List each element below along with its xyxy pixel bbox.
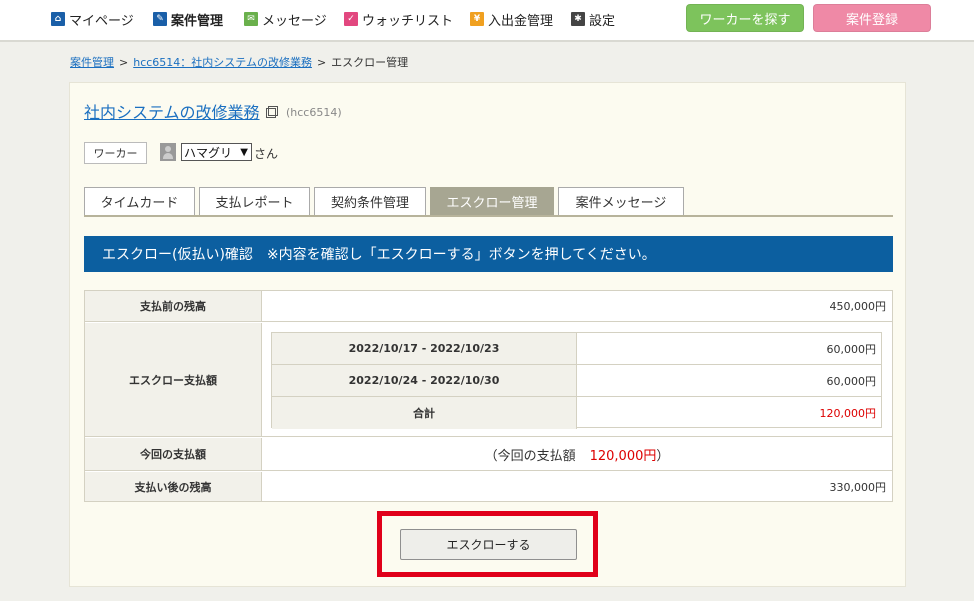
this-payment-amount: 120,000円 [589, 448, 657, 464]
breadcrumb: 案件管理 > hcc6514：社内システムの改修業務 > エスクロー管理 [70, 54, 408, 70]
nav-watchlist[interactable]: ✓ ウォッチリスト [344, 10, 454, 29]
tab-job-messages[interactable]: 案件メッセージ [558, 187, 684, 215]
balance-after-label: 支払い後の残高 [85, 472, 262, 501]
this-payment-text: （今回の支払額 [484, 448, 576, 464]
worker-label: ワーカー [84, 142, 147, 164]
worker-suffix: さん [254, 147, 279, 161]
table-row: 合計 120,000円 [272, 397, 881, 429]
tab-bar: タイムカード 支払レポート 契約条件管理 エスクロー管理 案件メッセージ [84, 187, 893, 217]
balance-before-label: 支払前の残高 [85, 291, 262, 321]
table-row: 2022/10/24 - 2022/10/30 60,000円 [272, 365, 881, 397]
table-row: 2022/10/17 - 2022/10/23 60,000円 [272, 333, 881, 365]
worker-select-value: ハマグリ [184, 145, 233, 160]
tab-contract[interactable]: 契約条件管理 [314, 187, 426, 215]
total-label: 合計 [272, 397, 577, 429]
job-title[interactable]: 社内システムの改修業務 [84, 99, 260, 123]
nav-job-management[interactable]: ✎ 案件管理 [153, 10, 224, 29]
confirmation-banner: エスクロー(仮払い)確認 ※内容を確認し「エスクローする」ボタンを押してください… [84, 236, 893, 272]
nav-settings[interactable]: ✱ 設定 [571, 10, 616, 29]
nav-payments[interactable]: ¥ 入出金管理 [470, 10, 554, 29]
avatar [160, 143, 176, 161]
this-payment-close: ） [656, 448, 670, 464]
mail-icon: ✉ [244, 12, 258, 26]
job-code: (hcc6514) [286, 106, 342, 119]
nav-mypage[interactable]: ⌂ マイページ [51, 10, 134, 29]
breadcrumb-job-management[interactable]: 案件管理 [70, 54, 114, 70]
balance-before-value: 450,000円 [829, 300, 887, 313]
nav-payments-label: 入出金管理 [488, 13, 554, 29]
balance-after-value: 330,000円 [829, 480, 887, 494]
check-icon: ✓ [344, 12, 358, 26]
period-amount: 60,000円 [826, 374, 877, 388]
period-amount: 60,000円 [826, 342, 877, 356]
tab-timecard[interactable]: タイムカード [84, 187, 195, 215]
pencil-icon: ✎ [153, 12, 167, 26]
total-amount: 120,000円 [819, 407, 877, 420]
this-payment-value: （今回の支払額 120,000円 ） [262, 438, 892, 470]
nav-mypage-label: マイページ [69, 13, 134, 29]
breadcrumb-separator: > [316, 55, 327, 69]
worker-select[interactable]: ハマグリ ▼ [181, 143, 252, 161]
gear-icon: ✱ [571, 12, 585, 26]
table-row: エスクロー支払額 2022/10/17 - 2022/10/23 60,000円… [85, 323, 892, 437]
escrow-amount-label: エスクロー支払額 [85, 323, 262, 436]
nav-job-management-label: 案件管理 [171, 13, 224, 29]
nav-settings-label: 設定 [589, 13, 616, 29]
this-payment-label: 今回の支払額 [85, 438, 262, 470]
top-navigation: ⌂ マイページ ✎ 案件管理 ✉ メッセージ ✓ ウォッチリスト ¥ 入出金管理… [0, 0, 974, 42]
yen-icon: ¥ [470, 12, 484, 26]
job-title-link[interactable]: 社内システムの改修業務 [84, 99, 278, 123]
main-panel: 社内システムの改修業務 (hcc6514) ワーカー ハマグリ ▼ さん タイム… [69, 82, 906, 587]
chevron-down-icon: ▼ [240, 147, 248, 158]
period-label: 2022/10/17 - 2022/10/23 [272, 333, 577, 364]
breadcrumb-separator: > [119, 55, 129, 69]
home-icon: ⌂ [51, 12, 65, 26]
table-row: 今回の支払額 （今回の支払額 120,000円 ） [85, 438, 892, 471]
escrow-table: 支払前の残高 450,000円 エスクロー支払額 2022/10/17 - 20… [84, 290, 893, 502]
period-label: 2022/10/24 - 2022/10/30 [272, 365, 577, 396]
table-row: 支払い後の残高 330,000円 [85, 472, 892, 501]
find-worker-button[interactable]: ワーカーを探す [686, 4, 804, 32]
register-job-button[interactable]: 案件登録 [813, 4, 931, 32]
nav-messages[interactable]: ✉ メッセージ [244, 10, 327, 29]
breadcrumb-current: エスクロー管理 [331, 56, 409, 69]
external-window-icon[interactable] [265, 105, 278, 118]
breadcrumb-job[interactable]: hcc6514：社内システムの改修業務 [133, 54, 312, 70]
tab-escrow[interactable]: エスクロー管理 [430, 187, 554, 215]
nav-messages-label: メッセージ [262, 13, 327, 29]
table-row: 支払前の残高 450,000円 [85, 291, 892, 322]
nav-watchlist-label: ウォッチリスト [362, 13, 454, 29]
escrow-breakdown-table: 2022/10/17 - 2022/10/23 60,000円 2022/10/… [271, 332, 882, 429]
tab-payment-report[interactable]: 支払レポート [199, 187, 310, 215]
escrow-button[interactable]: エスクローする [400, 529, 577, 560]
